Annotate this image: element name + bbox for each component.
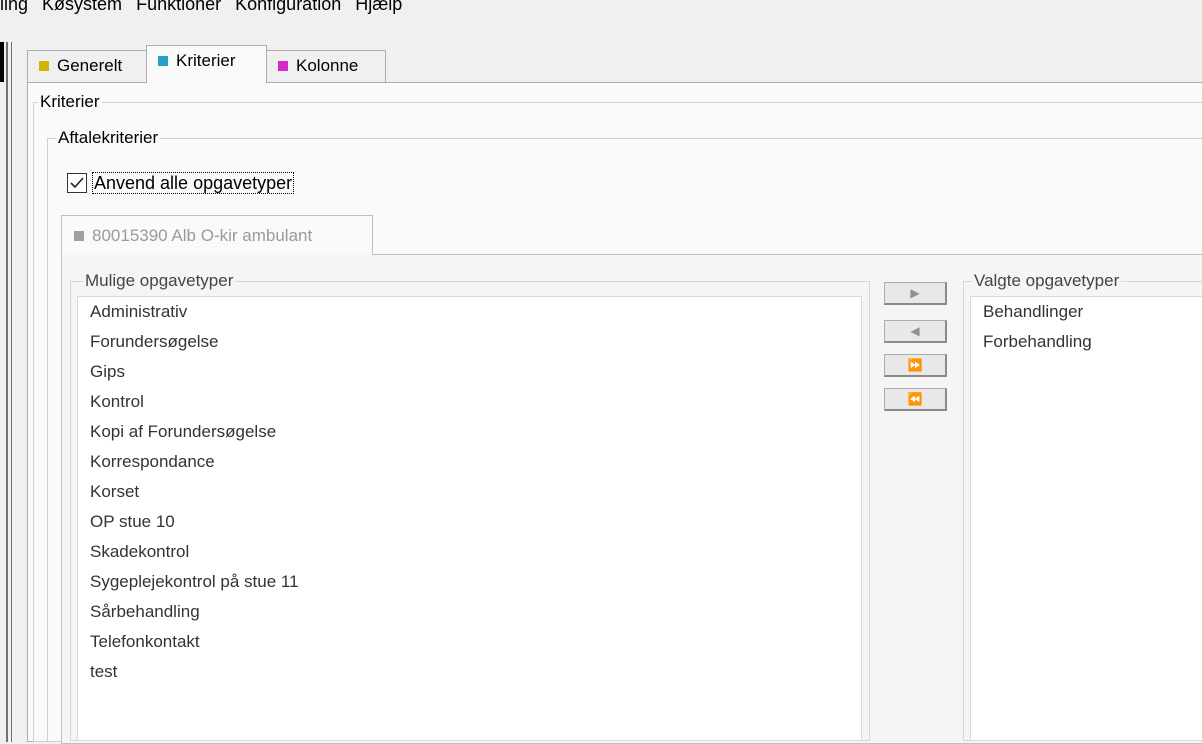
appointment-criteria-title: Aftalekriterier: [56, 127, 161, 149]
remove-all-button[interactable]: ⏪: [884, 388, 947, 411]
tab-generelt[interactable]: Generelt: [27, 50, 147, 82]
add-all-button[interactable]: ⏩: [884, 354, 947, 377]
list-item[interactable]: OP stue 10: [78, 507, 861, 537]
double-arrow-left-icon: ⏪: [907, 392, 923, 406]
tab-kolonne[interactable]: Kolonne: [266, 50, 386, 82]
checkbox-box[interactable]: [67, 173, 87, 193]
use-all-task-types-checkbox[interactable]: Anvend alle opgavetyper: [67, 170, 295, 196]
list-item[interactable]: test: [78, 657, 861, 687]
tab-color-square: [74, 231, 84, 241]
list-item[interactable]: Korset: [78, 477, 861, 507]
menu-item-settings[interactable]: ling: [0, 0, 28, 14]
list-item[interactable]: Forbehandling: [971, 327, 1202, 357]
remove-selected-button[interactable]: ◀: [884, 320, 947, 343]
menu-item-configuration[interactable]: Konfiguration: [235, 0, 341, 14]
sub-tab-label: 80015390 Alb O-kir ambulant: [92, 226, 313, 245]
available-task-types-list[interactable]: Administrativ Forundersøgelse Gips Kontr…: [77, 296, 862, 741]
add-selected-button[interactable]: ▶: [884, 282, 947, 305]
tab-clinic-80015390[interactable]: 80015390 Alb O-kir ambulant: [61, 215, 373, 255]
selected-task-types-title: Valgte opgavetyper: [972, 270, 1122, 292]
selected-task-types-list[interactable]: Behandlinger Forbehandling: [970, 296, 1202, 741]
list-item[interactable]: Korrespondance: [78, 447, 861, 477]
window-border-left: [6, 42, 8, 742]
window-border-inner: [11, 42, 12, 742]
double-arrow-right-icon: ⏩: [907, 358, 923, 372]
tab-label: Kolonne: [296, 56, 359, 75]
list-item[interactable]: Sygeplejekontrol på stue 11: [78, 567, 861, 597]
tab-label: Generelt: [57, 56, 123, 75]
list-item[interactable]: Gips: [78, 357, 861, 387]
list-item[interactable]: Sårbehandling: [78, 597, 861, 627]
list-item[interactable]: Behandlinger: [971, 297, 1202, 327]
list-item[interactable]: Forundersøgelse: [78, 327, 861, 357]
menu-item-functions[interactable]: Funktioner: [136, 0, 221, 14]
list-item[interactable]: Kontrol: [78, 387, 861, 417]
tab-color-square: [39, 61, 49, 71]
checkmark-icon: [70, 177, 84, 189]
tab-color-square: [278, 61, 288, 71]
list-item[interactable]: Administrativ: [78, 297, 861, 327]
arrow-left-icon: ◀: [910, 324, 920, 338]
list-item[interactable]: Kopi af Forundersøgelse: [78, 417, 861, 447]
checkbox-label: Anvend alle opgavetyper: [91, 172, 295, 194]
arrow-right-icon: ▶: [910, 286, 920, 300]
available-task-types-title: Mulige opgavetyper: [83, 270, 236, 292]
menu-item-queue-system[interactable]: Køsystem: [42, 0, 122, 14]
tab-label: Kriterier: [176, 51, 236, 70]
menu-item-help[interactable]: Hjælp: [355, 0, 402, 14]
tab-kriterier[interactable]: Kriterier: [146, 45, 267, 83]
splitter-handle[interactable]: [0, 42, 4, 82]
list-item[interactable]: Telefonkontakt: [78, 627, 861, 657]
criteria-group-title: Kriterier: [38, 91, 102, 113]
list-item[interactable]: Skadekontrol: [78, 537, 861, 567]
menu-bar: ling Køsystem Funktioner Konfiguration H…: [0, 0, 1202, 17]
tab-color-square: [158, 56, 168, 66]
